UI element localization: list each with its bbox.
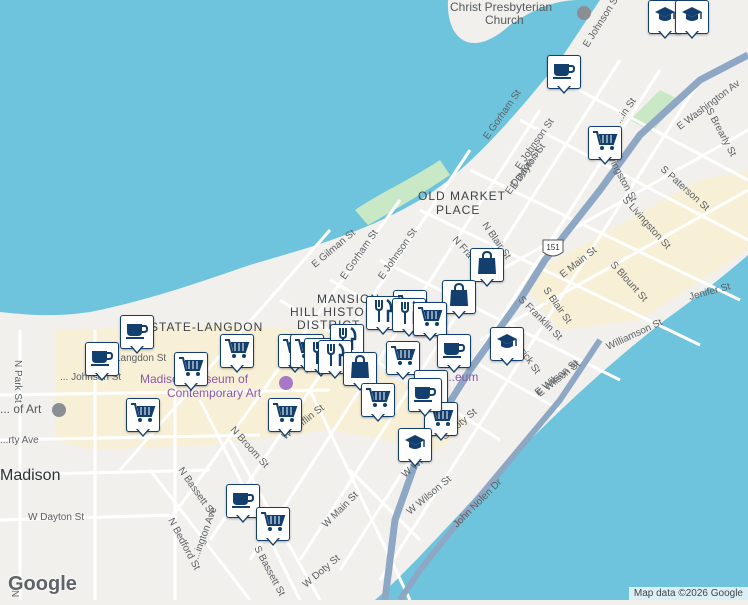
map-marker[interactable] — [268, 398, 302, 438]
shopping-cart-icon — [365, 387, 391, 414]
shopping-cart-icon — [130, 402, 156, 429]
shopping-cart-icon — [417, 306, 443, 333]
coffee-icon — [125, 321, 149, 344]
shopping-bag-icon — [448, 282, 470, 312]
state-langdon-label: STATE-LANGDON — [150, 320, 263, 334]
street-label: ...rty Ave — [0, 435, 39, 446]
map-marker[interactable] — [442, 280, 476, 320]
museum-icon — [279, 376, 293, 390]
restaurant-icon — [373, 298, 393, 328]
map-marker[interactable] — [256, 507, 290, 547]
map-marker[interactable] — [490, 327, 524, 367]
school-icon — [496, 333, 518, 356]
shopping-bag-icon — [349, 354, 371, 384]
shopping-cart-icon — [224, 338, 250, 365]
map-marker[interactable] — [398, 428, 432, 468]
shopping-cart-icon — [260, 511, 286, 538]
shopping-cart-icon — [178, 356, 204, 383]
church-icon — [577, 6, 591, 20]
school-icon — [654, 6, 676, 29]
old-market-line2: PLACE — [436, 203, 480, 217]
map-canvas[interactable]: 151 E Johnson St E Gorham St E Johnson St N… — [0, 0, 748, 605]
map-marker[interactable] — [437, 334, 471, 374]
street-label: W Dayton St — [28, 512, 84, 523]
old-market-line1: OLD MARKET — [418, 189, 506, 203]
shopping-bag-icon — [476, 250, 498, 280]
map-marker[interactable] — [361, 383, 395, 423]
map-marker[interactable] — [588, 126, 622, 166]
coffee-icon — [413, 384, 437, 407]
shopping-cart-icon — [592, 130, 618, 157]
map-marker[interactable] — [85, 342, 119, 382]
map-marker[interactable] — [126, 398, 160, 438]
restaurant-icon — [325, 342, 345, 372]
highway-shield-151: 151 — [542, 239, 564, 257]
map-marker[interactable] — [547, 55, 581, 95]
map-marker[interactable] — [220, 334, 254, 374]
coffee-icon — [231, 490, 255, 513]
map-marker[interactable] — [675, 0, 709, 40]
mansion-hill-line2: HILL HISTO — [290, 305, 365, 319]
map-marker[interactable] — [408, 378, 442, 418]
shopping-cart-icon — [390, 345, 416, 372]
google-logo: Google — [8, 573, 77, 595]
map-marker[interactable] — [174, 352, 208, 392]
coffee-icon — [90, 348, 114, 371]
coffee-icon — [442, 340, 466, 363]
shopping-cart-icon — [272, 402, 298, 429]
map-marker[interactable] — [226, 484, 260, 524]
svg-text:151: 151 — [546, 243, 560, 252]
school-icon — [681, 6, 703, 29]
school-icon — [404, 434, 426, 457]
art-poi-icon — [52, 403, 66, 417]
madison-label: Madison — [0, 467, 60, 484]
church-label-line1: Christ Presbyterian — [450, 0, 552, 14]
map-attribution[interactable]: Map data ©2026 Google — [628, 587, 748, 600]
art-label: ... of Art — [0, 402, 42, 416]
map-marker[interactable] — [120, 315, 154, 355]
coffee-icon — [552, 61, 576, 84]
church-label-line2: Church — [485, 13, 524, 27]
street-label: N Park St — [12, 360, 23, 403]
